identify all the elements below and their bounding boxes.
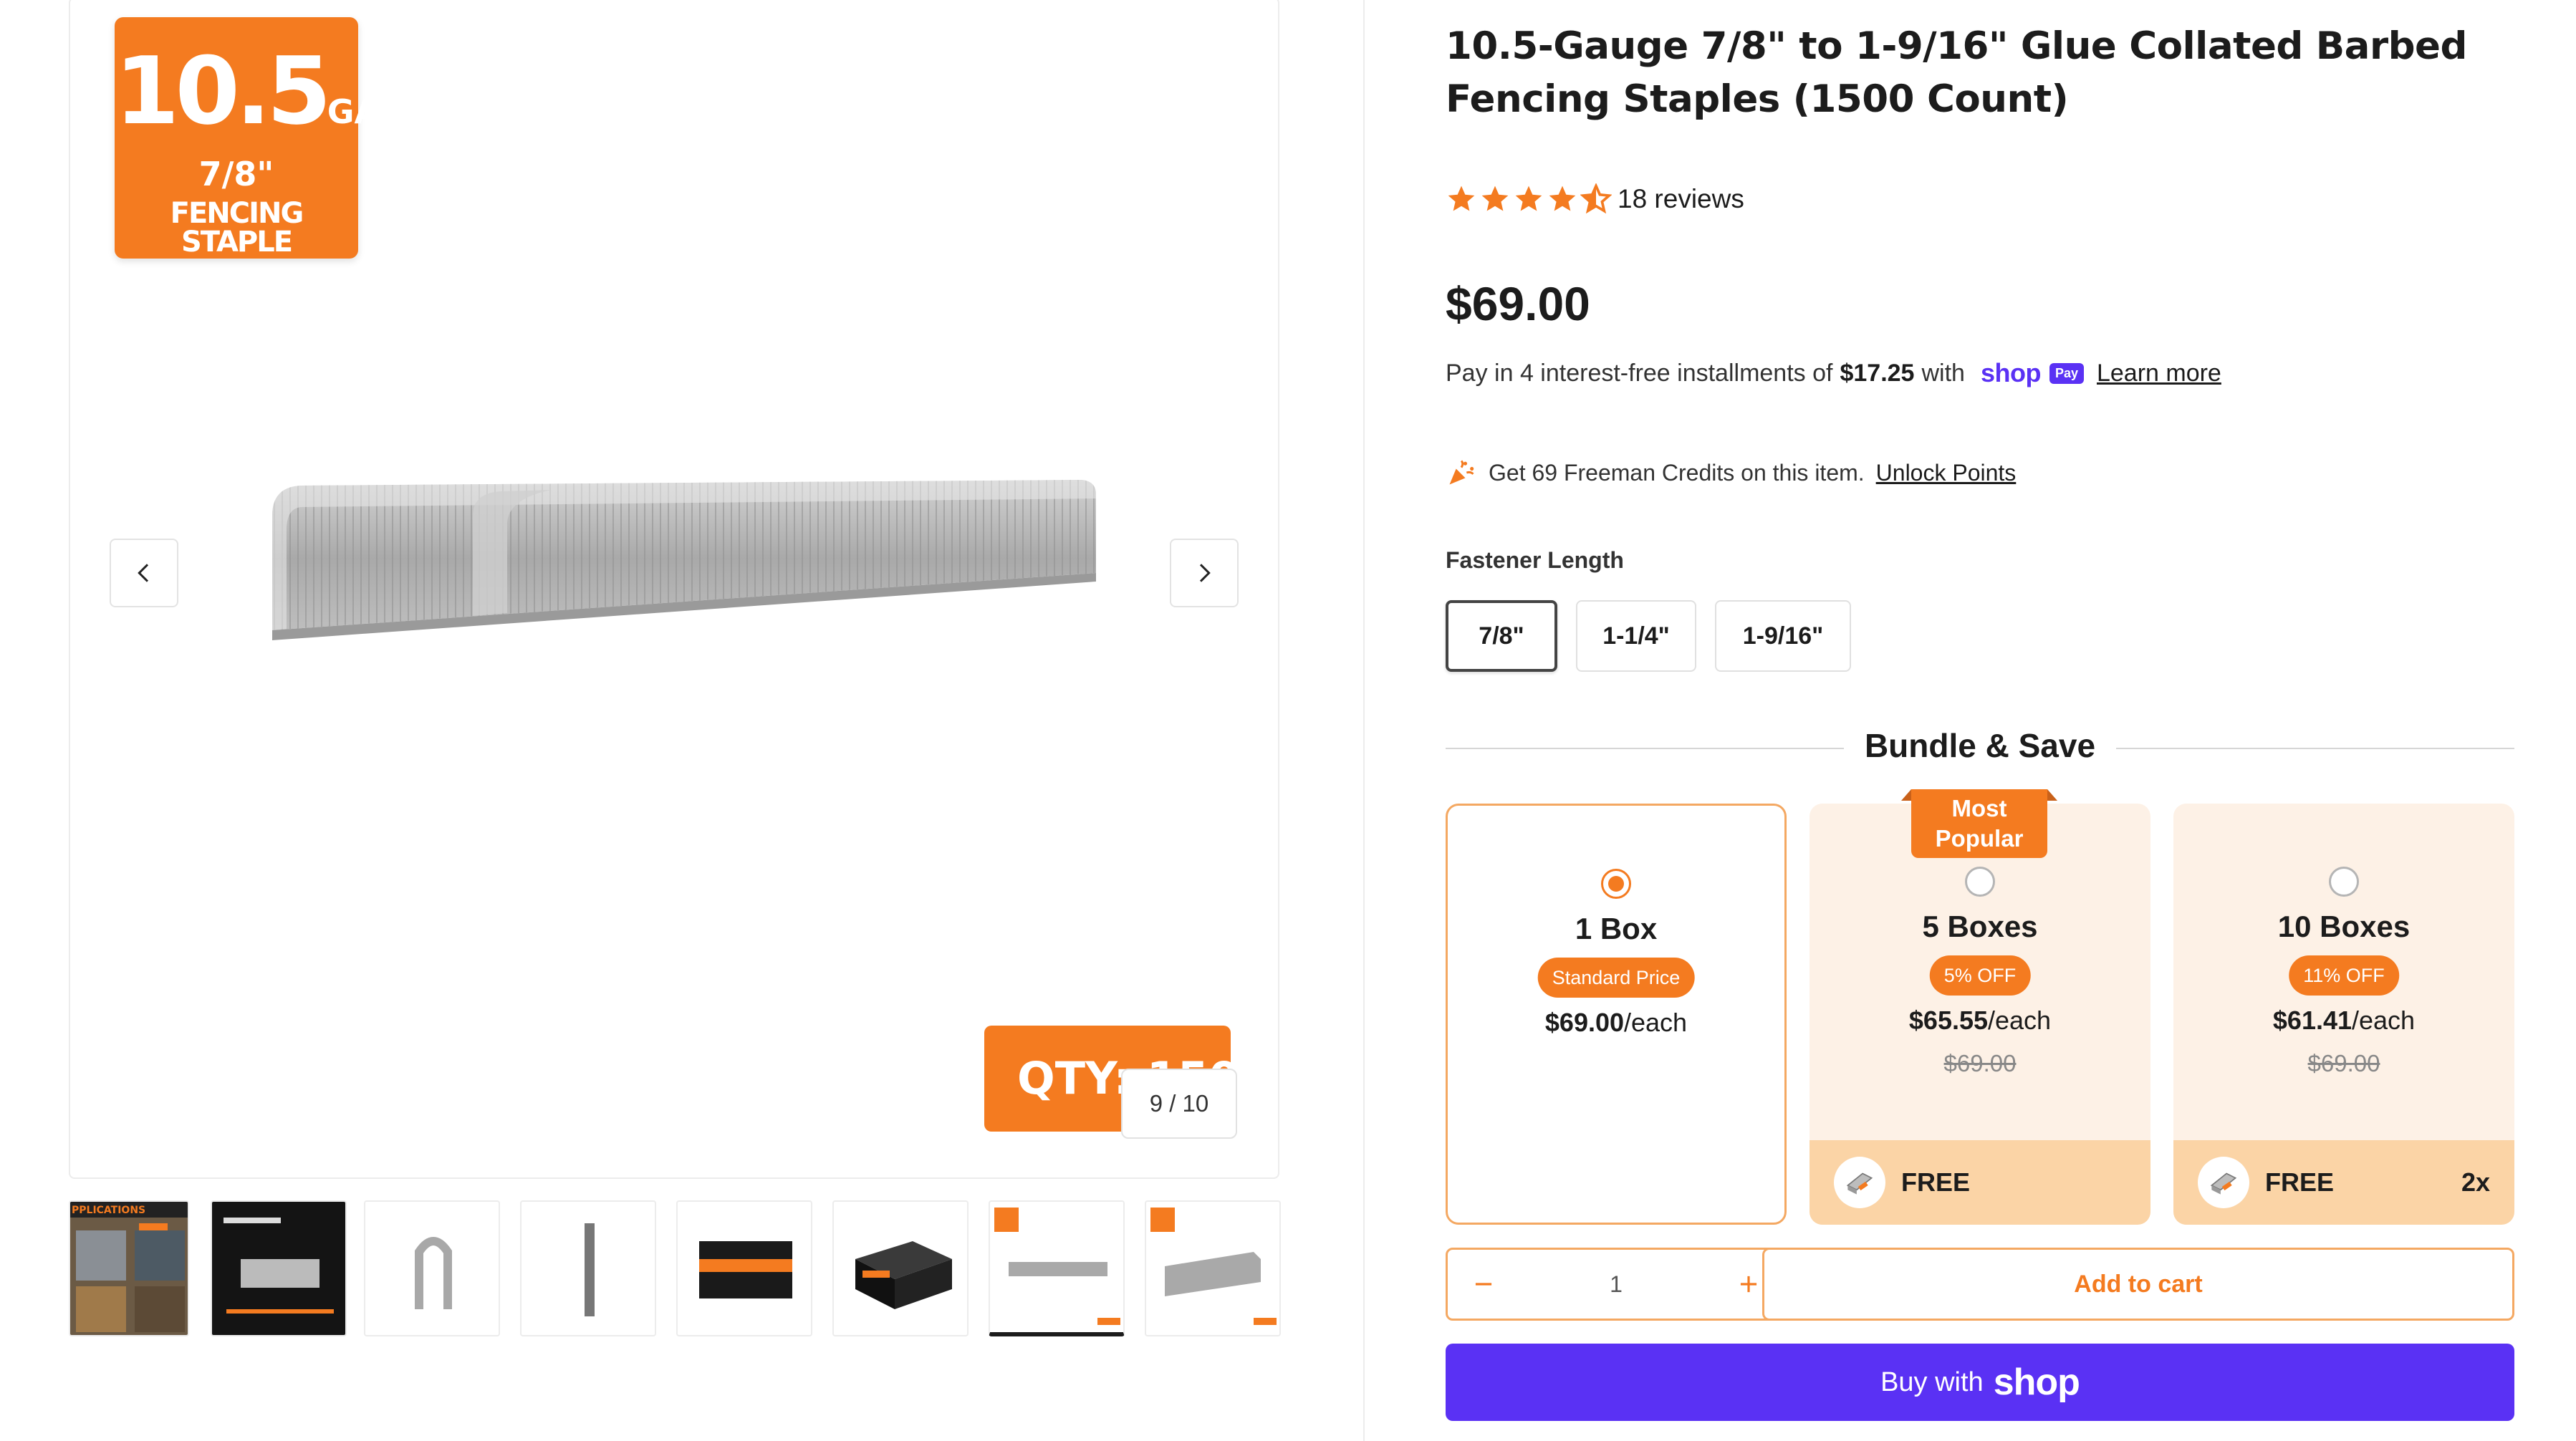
half-star-icon bbox=[1580, 183, 1612, 214]
staples-gift-icon bbox=[1834, 1157, 1885, 1208]
gauge-badge-image: 10.5GA 7/8" FENCING STAPLE bbox=[115, 17, 380, 259]
party-popper-icon bbox=[1449, 460, 1474, 485]
credits-text: Get 69 Freeman Credits on this item. bbox=[1489, 459, 1865, 486]
tier-price-value: $61.41 bbox=[2272, 1006, 2352, 1035]
image-counter: 9 / 10 bbox=[1121, 1069, 1237, 1139]
staples-product-image bbox=[272, 480, 1096, 640]
thumbnail-4[interactable] bbox=[520, 1200, 656, 1336]
fastener-length-label: Fastener Length bbox=[1446, 547, 1624, 573]
thumbnail-2[interactable] bbox=[211, 1200, 347, 1336]
length-option-1-9-16[interactable]: 1-9/16" bbox=[1715, 600, 1851, 672]
tier-price-unit: /each bbox=[2352, 1006, 2416, 1035]
most-popular-ribbon: Most Popular bbox=[1901, 789, 2057, 858]
radio-unselected[interactable] bbox=[1965, 867, 1995, 897]
tier-price: $61.41/each bbox=[2173, 1006, 2514, 1036]
tier-badge: 11% OFF bbox=[2289, 955, 2399, 996]
tier-price: $65.55/each bbox=[1810, 1006, 2150, 1036]
tier-gift-row: FREE bbox=[1810, 1140, 2150, 1225]
thumbnail-3[interactable] bbox=[364, 1200, 500, 1336]
radio-unselected[interactable] bbox=[2329, 867, 2359, 897]
gauge-value: 10.5 bbox=[115, 37, 332, 145]
tier-gift-row: FREE 2x bbox=[2173, 1140, 2514, 1225]
unlock-points-link[interactable]: Unlock Points bbox=[1876, 460, 2017, 486]
quantity-stepper: 1 bbox=[1446, 1248, 1787, 1321]
review-count: 18 reviews bbox=[1618, 184, 1744, 213]
star-icon bbox=[1549, 185, 1576, 211]
thumbnail-caption: PPLICATIONS bbox=[72, 1205, 145, 1216]
shop-pay-logo: shop bbox=[1980, 358, 2042, 387]
tier-badge: Standard Price bbox=[1537, 958, 1695, 998]
tier-name: 5 Boxes bbox=[1922, 910, 2038, 943]
tier-price: $69.00/each bbox=[1448, 1008, 1784, 1038]
thumbnail-1[interactable]: PPLICATIONS bbox=[69, 1200, 189, 1336]
installments-info: Pay in 4 interest-free installments of $… bbox=[1446, 358, 2221, 388]
tier-name: 10 Boxes bbox=[2277, 910, 2411, 943]
tier-price-value: $65.55 bbox=[1908, 1006, 1989, 1035]
gauge-product: FENCING STAPLE bbox=[170, 197, 304, 259]
installments-with: with bbox=[1921, 359, 1965, 387]
star-icon bbox=[1481, 185, 1509, 211]
radio-selected[interactable] bbox=[1601, 869, 1631, 899]
tier-compare-price: $69.00 bbox=[1943, 1050, 2017, 1076]
buy-with-label: Buy with bbox=[1880, 1367, 1984, 1397]
gauge-size: 7/8" bbox=[198, 155, 274, 193]
learn-more-link[interactable]: Learn more bbox=[2097, 360, 2221, 387]
gift-multiplier: 2x bbox=[2461, 1167, 2490, 1197]
column-divider bbox=[1363, 0, 1365, 1441]
bundle-divider-right bbox=[2116, 748, 2514, 749]
minus-icon bbox=[1475, 1283, 1492, 1286]
thumbnail-7[interactable] bbox=[989, 1200, 1125, 1336]
staples-gift-icon bbox=[2198, 1157, 2249, 1208]
thumbnail-6[interactable] bbox=[832, 1200, 969, 1336]
shop-logo: shop bbox=[1993, 1362, 2080, 1403]
bundle-option-10-boxes[interactable]: 10 Boxes 11% OFF $61.41/each $69.00 FREE… bbox=[2173, 804, 2514, 1225]
thumbnail-5[interactable] bbox=[676, 1200, 812, 1336]
quantity-input[interactable]: 1 bbox=[1519, 1271, 1713, 1298]
next-image-button[interactable] bbox=[1170, 539, 1239, 607]
credits-info: Get 69 Freeman Credits on this item. Unl… bbox=[1446, 457, 2016, 488]
tier-price-unit: /each bbox=[1988, 1006, 2052, 1035]
tier-name: 1 Box bbox=[1575, 912, 1658, 945]
previous-image-button[interactable] bbox=[110, 539, 178, 607]
star-icon bbox=[1448, 185, 1475, 211]
bundle-option-1-box[interactable]: 1 Box Standard Price $69.00/each bbox=[1446, 804, 1787, 1225]
product-price: $69.00 bbox=[1446, 277, 1590, 330]
add-to-cart-button[interactable]: Add to cart bbox=[1762, 1248, 2514, 1321]
rating-stars bbox=[1446, 183, 1612, 215]
tier-compare-price: $69.00 bbox=[2307, 1050, 2380, 1076]
tier-price-unit: /each bbox=[1624, 1008, 1688, 1037]
gauge-unit: GA bbox=[327, 92, 380, 131]
chevron-right-icon bbox=[1199, 564, 1211, 582]
free-gift-label: FREE bbox=[1901, 1167, 1971, 1197]
plus-icon bbox=[1740, 1276, 1757, 1293]
free-gift-label: FREE bbox=[2265, 1167, 2335, 1197]
product-rating[interactable]: 18 reviews bbox=[1446, 180, 1744, 218]
shop-pay-pill: Pay bbox=[2049, 362, 2084, 384]
tier-price-value: $69.00 bbox=[1544, 1008, 1625, 1037]
buy-with-shop-button[interactable]: Buy with shop bbox=[1446, 1344, 2514, 1421]
star-icon bbox=[1515, 185, 1542, 211]
installments-text: Pay in 4 interest-free installments of bbox=[1446, 359, 1833, 387]
installment-amount: $17.25 bbox=[1840, 359, 1915, 387]
length-option-1-1-4[interactable]: 1-1/4" bbox=[1576, 600, 1696, 672]
product-title: 10.5-Gauge 7/8" to 1-9/16" Glue Collated… bbox=[1446, 24, 2467, 121]
bundle-option-5-boxes[interactable]: 5 Boxes 5% OFF $65.55/each $69.00 FREE bbox=[1810, 804, 2150, 1225]
thumbnail-8[interactable] bbox=[1145, 1200, 1281, 1336]
chevron-left-icon bbox=[138, 564, 149, 582]
tier-badge: 5% OFF bbox=[1929, 955, 2031, 996]
length-option-7-8[interactable]: 7/8" bbox=[1446, 600, 1557, 672]
bundle-title: Bundle & Save bbox=[1864, 727, 2096, 764]
decrease-quantity-button[interactable] bbox=[1448, 1250, 1519, 1319]
